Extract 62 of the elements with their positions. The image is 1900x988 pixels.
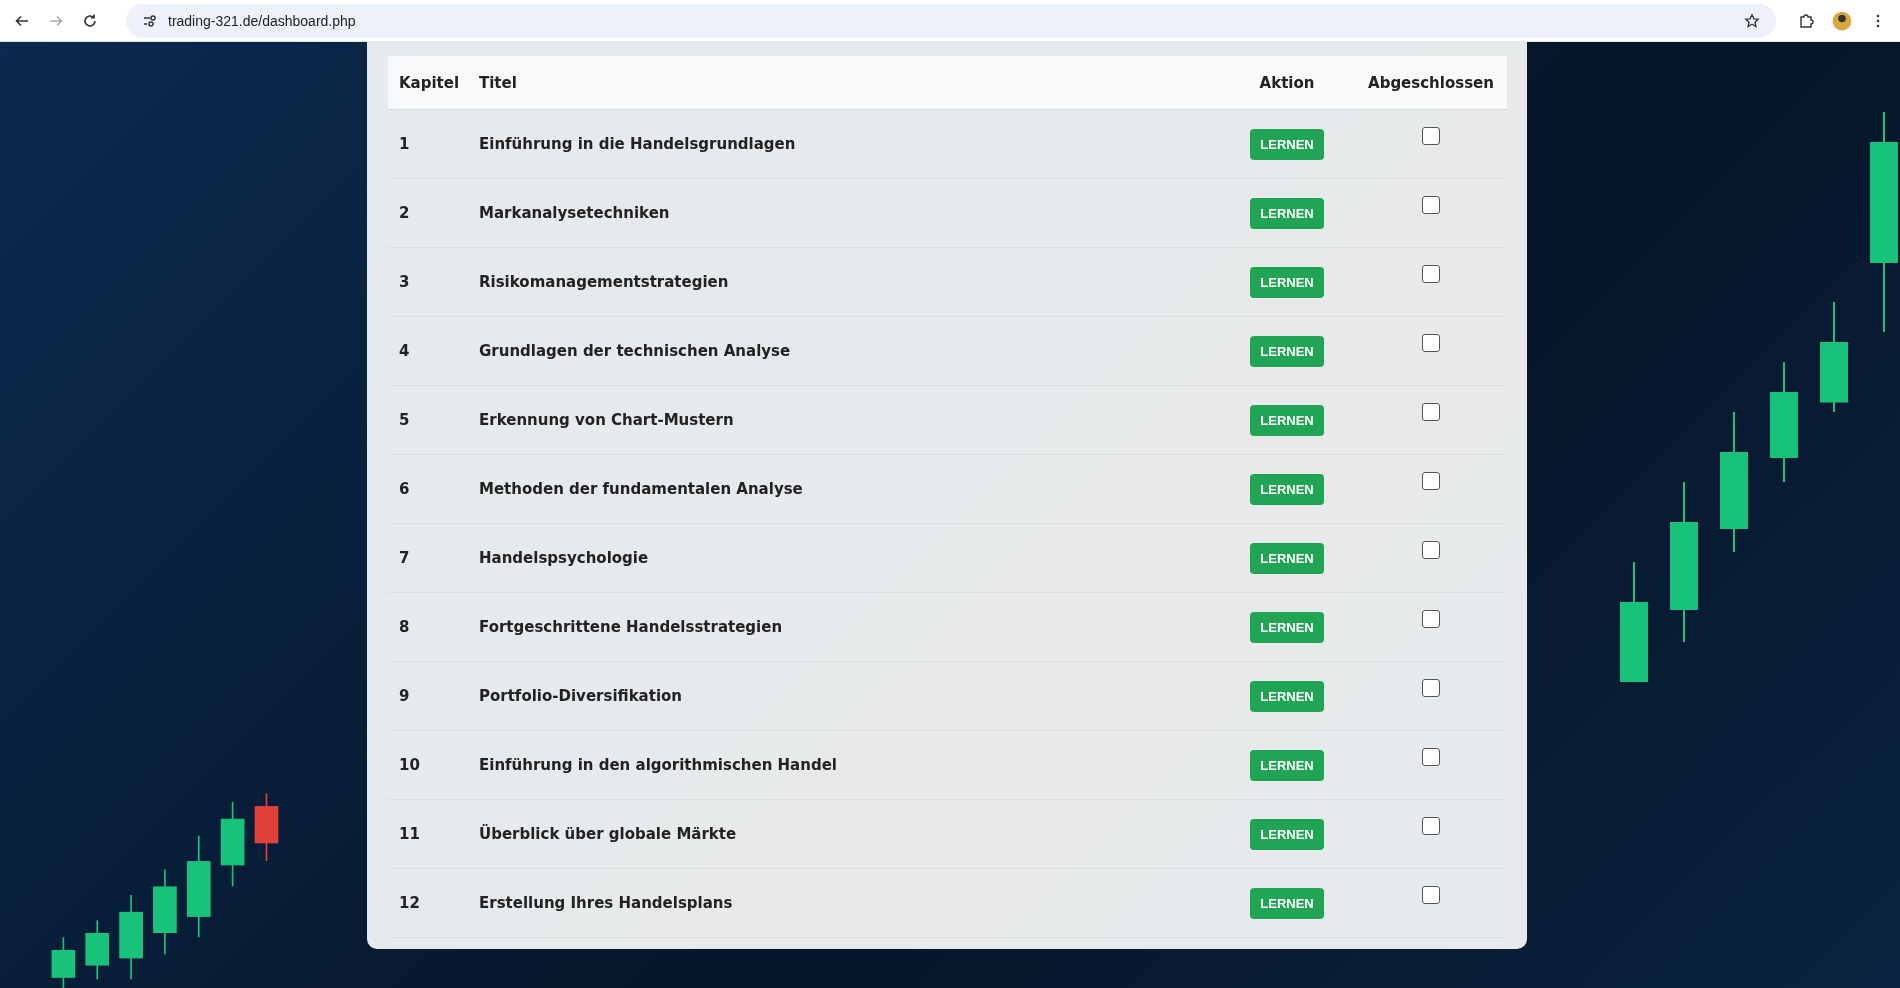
site-settings-icon[interactable] [142,12,158,29]
chapter-title: Markanalysetechniken [479,204,670,222]
star-icon[interactable] [1744,12,1760,29]
chapter-title: Fortgeschrittene Handelsstrategien [479,618,783,636]
completed-checkbox[interactable] [1422,334,1440,352]
chapter-number: 5 [399,411,410,429]
completed-checkbox[interactable] [1422,610,1440,628]
chapter-title: Erstellung Ihres Handelsplans [479,894,733,912]
chapter-number: 3 [399,273,410,291]
completed-checkbox[interactable] [1422,265,1440,283]
completed-checkbox[interactable] [1422,748,1440,766]
reload-icon[interactable] [82,12,98,29]
completed-checkbox[interactable] [1422,403,1440,421]
chapter-title: Risikomanagementstrategien [479,273,729,291]
completed-checkbox[interactable] [1422,472,1440,490]
candlestick [85,919,110,981]
completed-checkbox[interactable] [1422,679,1440,697]
chapter-number: 11 [399,825,420,843]
completed-checkbox[interactable] [1422,817,1440,835]
chapter-number: 7 [399,549,410,567]
chapter-title: Methoden der fundamentalen Analyse [479,480,803,498]
completed-checkbox[interactable] [1422,886,1440,904]
chapter-number: 10 [399,756,420,774]
learn-button[interactable]: LERNEN [1250,749,1324,781]
chapter-number: 8 [399,618,410,636]
chapter-number: 1 [399,135,410,153]
chapter-number: 12 [399,894,420,912]
learn-button[interactable]: LERNEN [1250,197,1324,229]
url-text: trading-321.de/dashboard.php [168,12,356,29]
chapter-number: 4 [399,342,410,360]
chapter-title: Grundlagen der technischen Analyse [479,342,791,360]
learn-button[interactable]: LERNEN [1250,887,1324,919]
column-header: Titel [479,73,517,92]
completed-checkbox[interactable] [1422,127,1440,145]
learn-button[interactable]: LERNEN [1250,542,1324,574]
chapter-title: Einführung in die Handelsgrundlagen [479,135,796,153]
candlestick [254,792,279,862]
column-header: Aktion [1259,73,1315,92]
learn-button[interactable]: LERNEN [1250,128,1324,160]
chapter-title: Erkennung von Chart-Mustern [479,411,734,429]
learn-button[interactable]: LERNEN [1250,818,1324,850]
chapter-number: 9 [399,687,410,705]
learn-button[interactable]: LERNEN [1250,680,1324,712]
address-bar[interactable]: trading-321.de/dashboard.php [126,3,1776,38]
chapter-number: 2 [399,204,410,222]
learn-button[interactable]: LERNEN [1250,473,1324,505]
learn-button[interactable]: LERNEN [1250,404,1324,436]
chapter-title: Handelspsychologie [479,549,649,567]
chapter-number: 6 [399,480,410,498]
avatar-icon[interactable] [1832,10,1852,31]
chapter-title: Portfolio-Diversifikation [479,687,683,705]
learn-button[interactable]: LERNEN [1250,335,1324,367]
column-header: Kapitel [399,73,460,92]
chapter-title: Einführung in den algorithmischen Handel [479,756,837,774]
completed-checkbox[interactable] [1422,541,1440,559]
completed-checkbox[interactable] [1422,196,1440,214]
puzzle-icon[interactable] [1798,12,1814,29]
learn-button[interactable]: LERNEN [1250,611,1324,643]
candlestick [51,936,76,988]
column-header: Abgeschlossen [1368,73,1494,92]
learn-button[interactable]: LERNEN [1250,266,1324,298]
chapter-title: Überblick über globale Märkte [479,825,737,843]
